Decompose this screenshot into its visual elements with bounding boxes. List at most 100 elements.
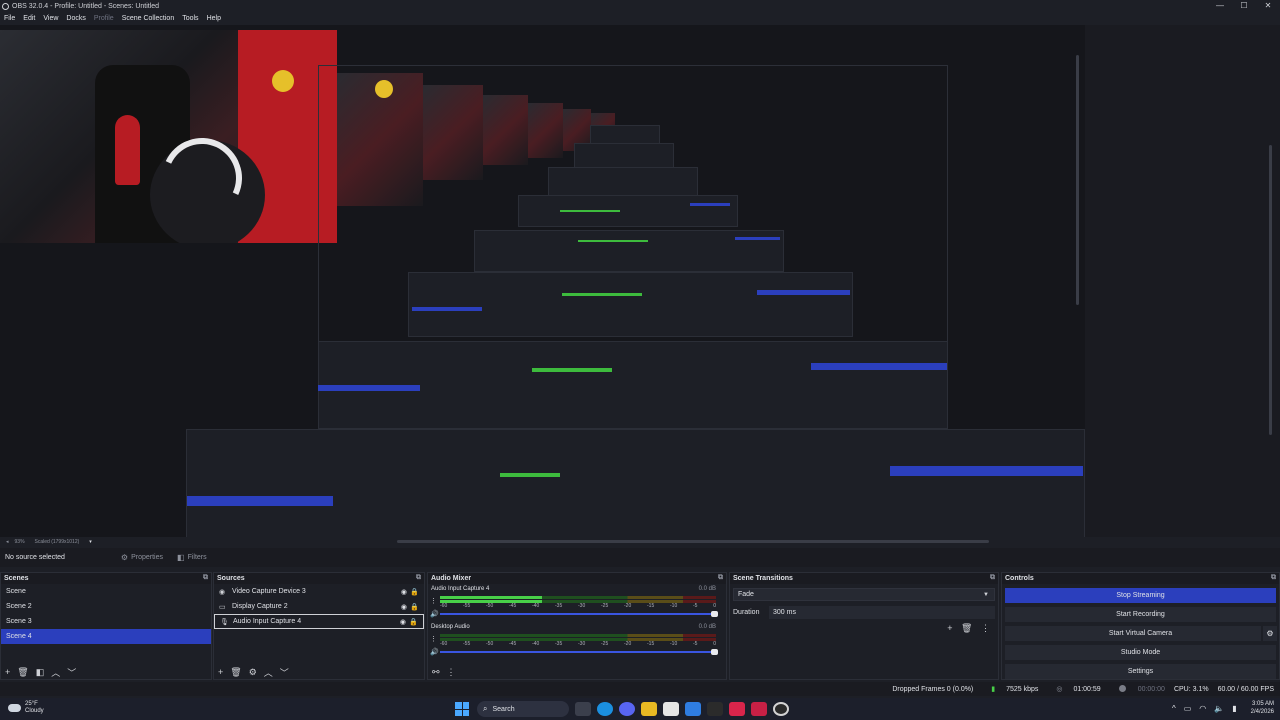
windows-start-icon[interactable] [455,702,469,716]
link-icon[interactable]: ⚯ [432,667,440,678]
mail-icon[interactable] [685,702,701,716]
transition-select[interactable]: Fade ▼ [733,588,995,601]
duration-input[interactable]: 300 ms [769,606,995,619]
chevron-down-icon[interactable]: ﹀ [67,666,76,679]
add-icon[interactable]: + [947,623,952,633]
minimize-button[interactable]: — [1208,0,1232,12]
discord-icon[interactable] [619,702,635,716]
scale-label[interactable]: Scaled (1799x1012) [35,539,80,545]
stop-streaming-button[interactable]: Stop Streaming [1005,588,1276,603]
menu-profile[interactable]: Profile [94,15,114,22]
lock-icon[interactable]: 🔒 [409,618,418,626]
more-vertical-icon[interactable]: ⋮ [430,597,437,605]
taskbar-search[interactable]: ⌕ Search [477,701,569,717]
weather-widget[interactable]: 25°F Cloudy [8,701,44,715]
studio-mode-button[interactable]: Studio Mode [1005,645,1276,660]
more-vertical-icon[interactable]: ⋮ [981,623,990,633]
eye-icon[interactable]: ◉ [400,618,406,626]
eye-icon[interactable]: ◉ [401,588,407,596]
volume-slider[interactable] [440,611,718,617]
trash-icon[interactable]: 🗑 [17,667,28,678]
add-source-icon[interactable]: + [218,667,223,677]
undock-icon[interactable]: ⧉ [203,574,208,582]
preview-scrollbar[interactable] [1269,145,1272,435]
maximize-button[interactable]: ☐ [1232,0,1256,12]
tiktok-icon[interactable] [751,702,767,716]
undock-icon[interactable]: ⧉ [990,574,995,582]
scale-tick: -60 [440,603,448,609]
preview-canvas[interactable] [0,25,1085,538]
clock[interactable]: 3:05 AM 2/4/2026 [1251,700,1274,716]
store-icon[interactable] [663,702,679,716]
trash-icon[interactable]: 🗑 [961,623,972,633]
more-vertical-icon[interactable]: ⋮ [430,635,437,643]
channel-db: 0.0 dB [698,624,716,630]
menu-file[interactable]: File [4,15,15,22]
slider-handle[interactable] [711,611,718,617]
nested-obs-main [186,429,1085,538]
scene-transitions-dock: Scene Transitions ⧉ Fade ▼ Duration 300 … [729,572,999,680]
volume-slider[interactable] [440,649,718,655]
preview-hscrollbar[interactable] [397,540,989,543]
menu-edit[interactable]: Edit [23,15,35,22]
gear-icon[interactable]: ⚙ [249,667,257,678]
lock-icon[interactable]: 🔒 [410,603,419,611]
gear-icon[interactable]: ⚙ [1261,626,1277,641]
speaker-icon[interactable]: 🔊 [430,648,439,656]
lock-icon[interactable]: 🔒 [410,588,419,596]
settings-button[interactable]: Settings [1005,664,1276,679]
scene-item[interactable]: Scene 2 [1,599,211,614]
scene-item[interactable]: Scene [1,584,211,599]
undock-icon[interactable]: ⧉ [1271,574,1276,582]
file-explorer-icon[interactable] [641,702,657,716]
fps: 60.00 / 60.00 FPS [1217,685,1274,693]
window-title: OBS 32.0.4 - Profile: Untitled - Scenes:… [12,2,160,10]
zoom-level[interactable]: 93% [15,539,25,545]
slider-handle[interactable] [711,649,718,655]
speaker-icon[interactable]: 🔊 [430,610,439,618]
menu-help[interactable]: Help [207,15,221,22]
source-item[interactable]: 🎙 Audio Input Capture 4 ◉ 🔒 [214,614,424,629]
source-item[interactable]: ▭ Display Capture 2 ◉ 🔒 [214,599,424,614]
scale-tick: -20 [624,603,632,609]
start-virtual-camera-button[interactable]: Start Virtual Camera [1109,630,1172,637]
terminal-icon[interactable] [707,702,723,716]
menu-docks[interactable]: Docks [66,15,85,22]
preview-area[interactable] [0,25,1280,538]
menu-view[interactable]: View [43,15,58,22]
filter-icon[interactable]: ◧ [36,667,45,678]
scene-item-selected[interactable]: Scene 4 [1,629,211,644]
add-scene-icon[interactable]: + [5,667,10,677]
chevron-up-icon[interactable]: ︿ [51,666,60,679]
scale-tick: -10 [670,641,678,647]
battery-icon[interactable]: ▮ [1232,704,1236,713]
trash-icon[interactable]: 🗑 [230,667,241,678]
chevron-down-icon[interactable]: ﹀ [280,666,289,679]
temperature: 25°F [25,701,38,707]
scene-item[interactable]: Scene 3 [1,614,211,629]
volume-meter [440,596,716,599]
filters-button[interactable]: ◧ Filters [177,553,207,562]
task-view-icon[interactable] [575,702,591,716]
chevron-up-icon[interactable]: ^ [1172,704,1176,713]
edge-icon[interactable] [597,702,613,716]
source-item[interactable]: ◉ Video Capture Device 3 ◉ 🔒 [214,584,424,599]
scale-dropdown-arrow[interactable]: ▾ [89,539,92,545]
channel-name: Desktop Audio [431,624,470,630]
properties-button[interactable]: ⚙ Properties [121,553,163,562]
eye-icon[interactable]: ◉ [401,603,407,611]
volume-icon[interactable]: 🔈 [1214,704,1224,713]
obs-taskbar-icon[interactable] [773,702,789,716]
menu-scene-collection[interactable]: Scene Collection [122,15,175,22]
wifi-icon[interactable]: ◠ [1199,704,1206,713]
music-app-icon[interactable] [729,702,745,716]
start-recording-button[interactable]: Start Recording [1005,607,1276,622]
chevron-up-icon[interactable]: ︿ [264,666,273,679]
undock-icon[interactable]: ⧉ [718,574,723,582]
menu-tools[interactable]: Tools [182,15,198,22]
close-button[interactable]: ✕ [1256,0,1280,12]
undock-icon[interactable]: ⧉ [416,574,421,582]
zoom-left-arrow[interactable]: ◂ [6,539,9,545]
more-vertical-icon[interactable]: ⋮ [447,667,456,678]
network-icon[interactable]: ▭ [1184,704,1192,713]
